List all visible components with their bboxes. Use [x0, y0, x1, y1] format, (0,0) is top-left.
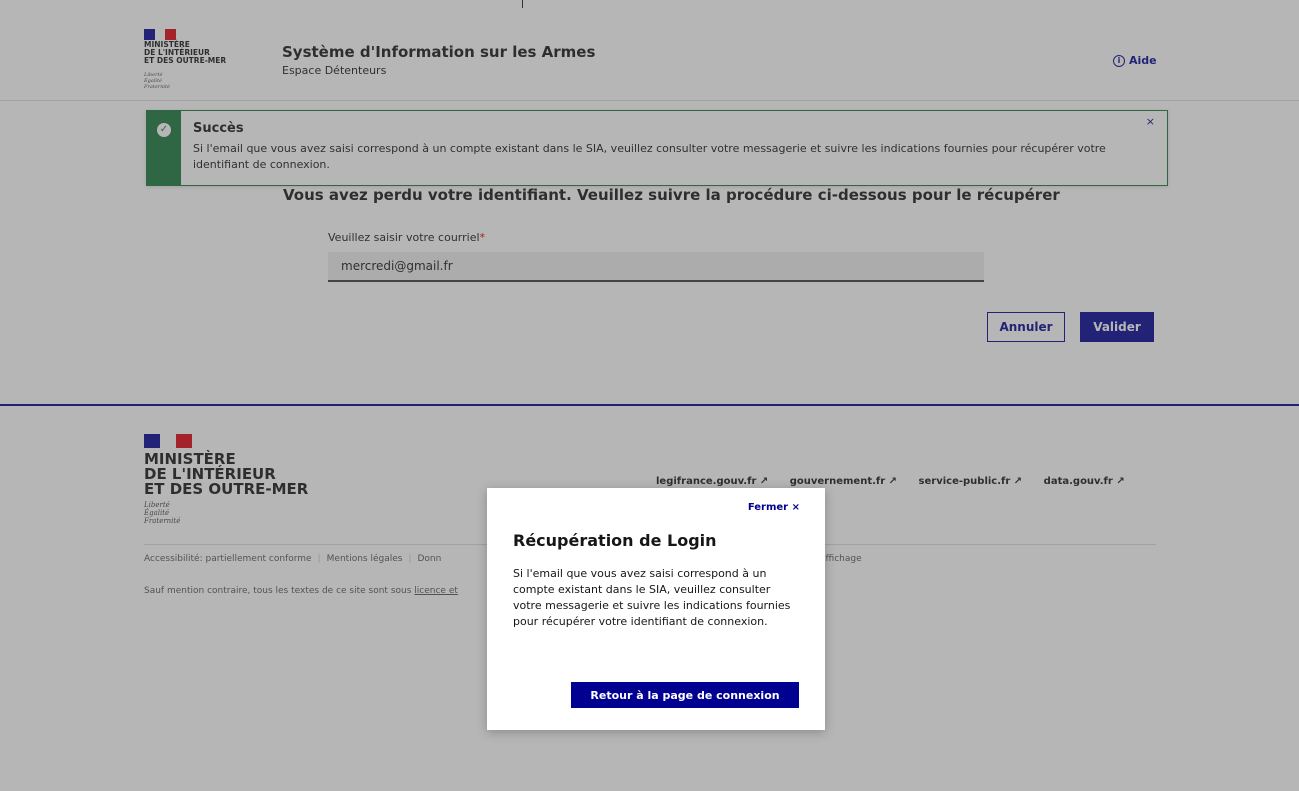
modal-close-button[interactable]: Fermer ×	[748, 502, 800, 513]
cursor-marker	[522, 0, 523, 8]
modal-title: Récupération de Login	[513, 531, 717, 550]
back-to-login-button[interactable]: Retour à la page de connexion	[571, 682, 799, 708]
modal-close-label: Fermer	[747, 502, 789, 513]
close-icon: ×	[791, 502, 800, 513]
login-recovery-modal: Fermer × Récupération de Login Si l'emai…	[487, 488, 825, 730]
page: MINISTÈRE DE L'INTÉRIEUR ET DES OUTRE-ME…	[0, 0, 1299, 791]
modal-message: Si l'email que vous avez saisi correspon…	[513, 567, 791, 628]
